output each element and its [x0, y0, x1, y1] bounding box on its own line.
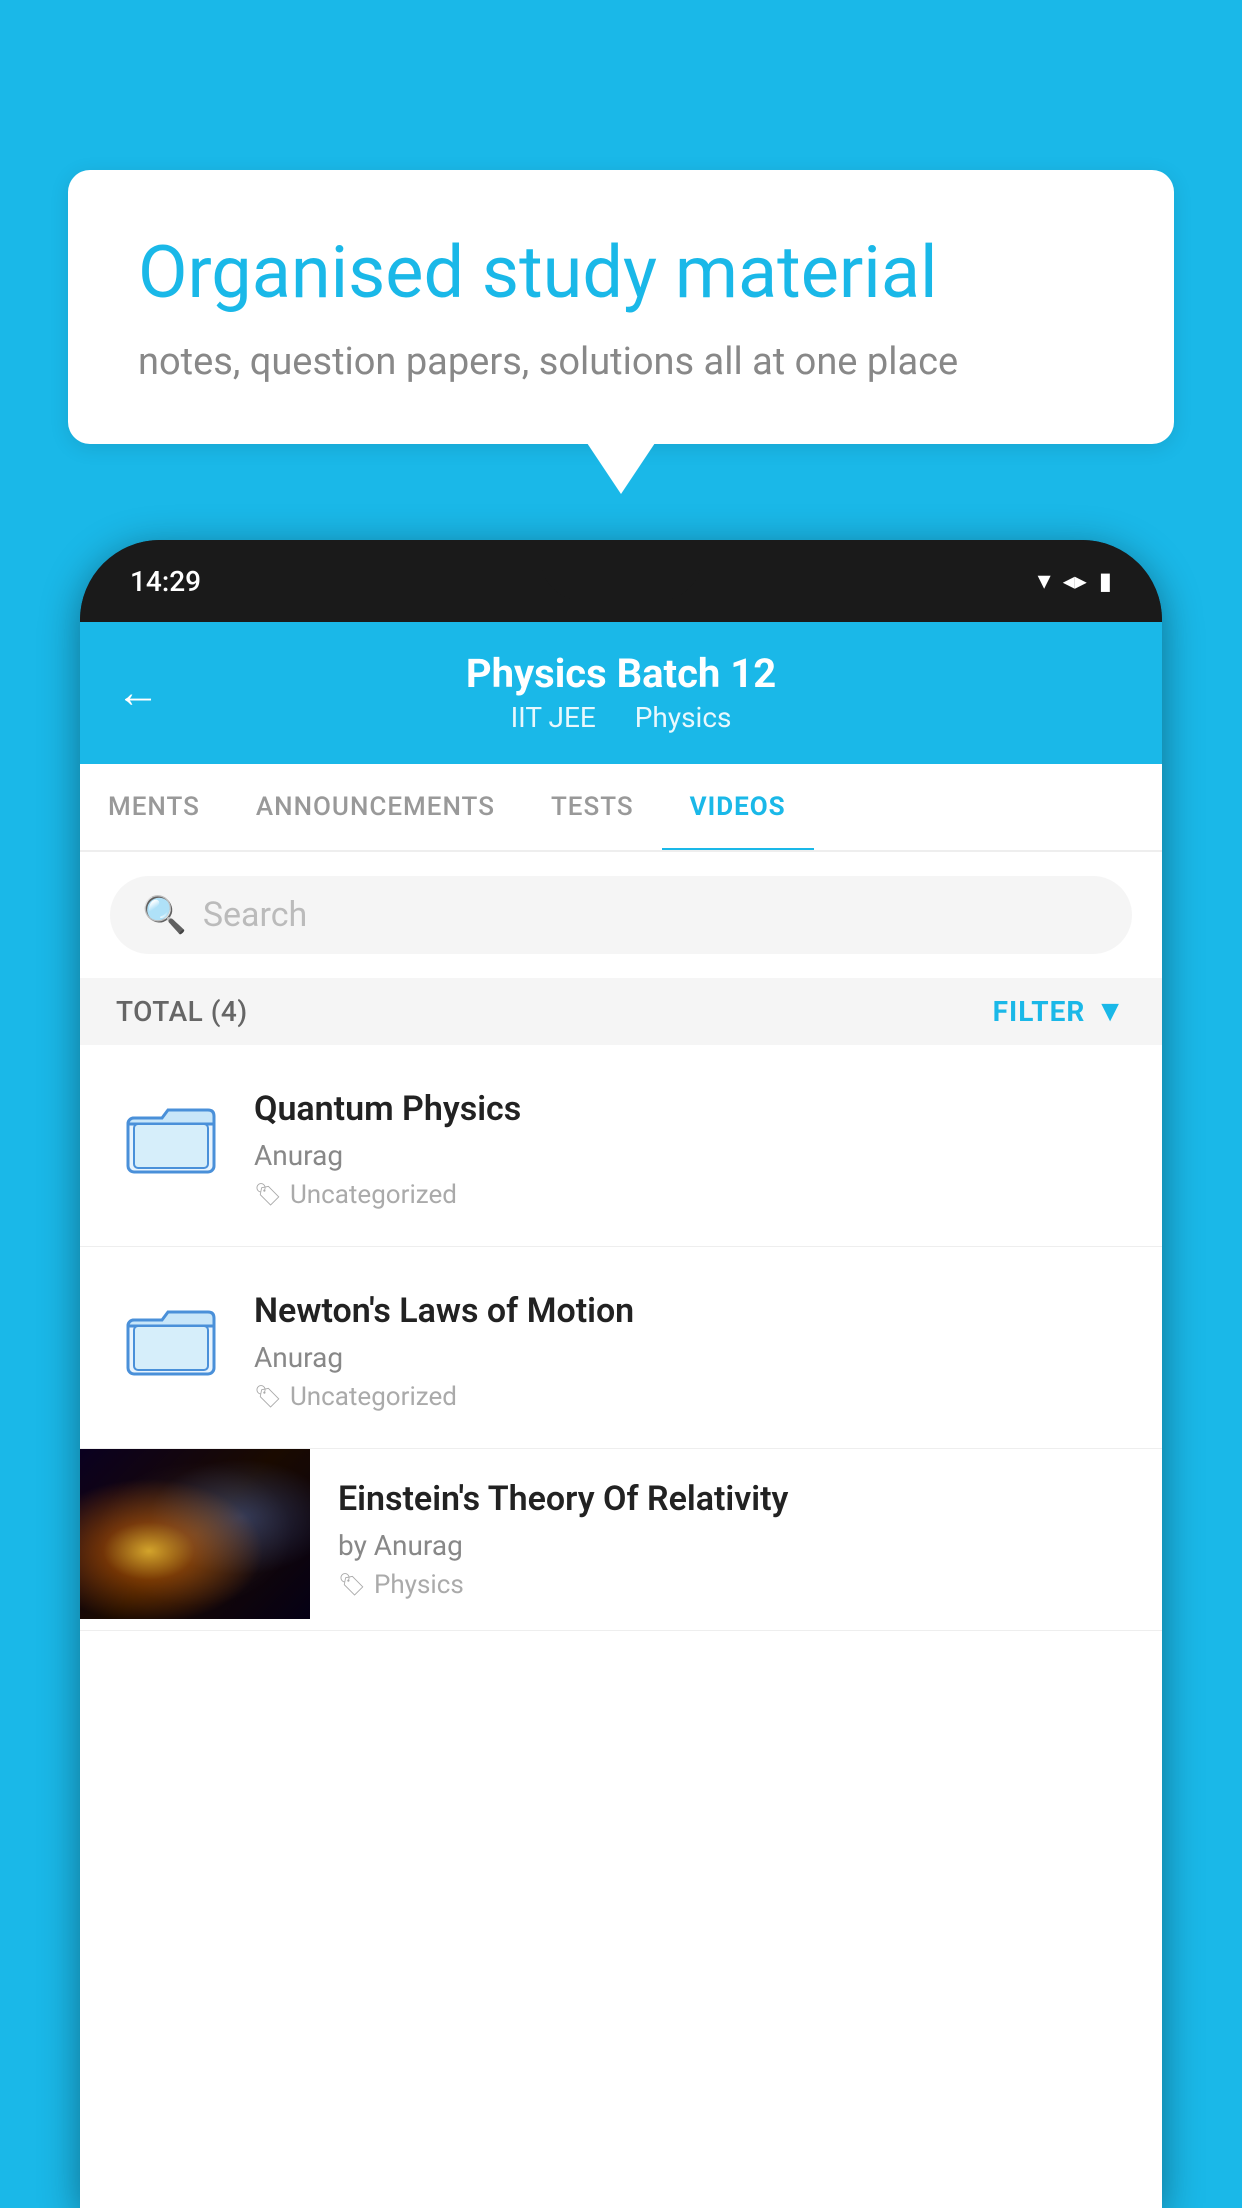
- tab-ments[interactable]: MENTS: [80, 764, 228, 850]
- tag-icon-1: 🏷: [254, 1183, 282, 1208]
- wifi-icon: ▾: [1038, 566, 1051, 596]
- video-thumb-2: [116, 1283, 226, 1393]
- search-placeholder: Search: [203, 895, 307, 935]
- tag-label-2: Uncategorized: [290, 1382, 457, 1412]
- filter-button[interactable]: FILTER ▼: [993, 994, 1126, 1029]
- video-info-2: Newton's Laws of Motion Anurag 🏷 Uncateg…: [254, 1283, 1126, 1412]
- back-button[interactable]: ←: [116, 666, 160, 718]
- tab-videos[interactable]: VIDEOS: [662, 764, 814, 850]
- subtitle-part1: IIT JEE: [511, 701, 596, 734]
- signal-icon: ◂▸: [1063, 567, 1087, 595]
- filter-bar: TOTAL (4) FILTER ▼: [80, 978, 1162, 1045]
- folder-icon: [126, 1298, 216, 1378]
- status-icons: ▾ ◂▸ ▮: [1038, 566, 1112, 596]
- search-icon: 🔍: [142, 894, 187, 936]
- app-screen: ← Physics Batch 12 IIT JEE Physics MENTS…: [80, 622, 1162, 2208]
- thumbnail-bg: [80, 1449, 310, 1619]
- list-item[interactable]: Newton's Laws of Motion Anurag 🏷 Uncateg…: [80, 1247, 1162, 1449]
- batch-title: Physics Batch 12: [466, 650, 776, 697]
- tab-tests[interactable]: TESTS: [523, 764, 662, 850]
- phone-frame: 14:29 ▾ ◂▸ ▮ ← Physics Batch 12 IIT JEE …: [80, 540, 1162, 2208]
- bubble-subtitle: notes, question papers, solutions all at…: [138, 340, 1104, 384]
- filter-icon: ▼: [1095, 994, 1126, 1029]
- video-title-3: Einstein's Theory Of Relativity: [338, 1479, 1134, 1519]
- video-author-3: by Anurag: [338, 1529, 1134, 1562]
- tag-icon-2: 🏷: [254, 1385, 282, 1410]
- subtitle-part2: Physics: [635, 701, 732, 734]
- video-list: Quantum Physics Anurag 🏷 Uncategorized: [80, 1045, 1162, 1631]
- filter-label: FILTER: [993, 995, 1086, 1028]
- video-tag-3: 🏷 Physics: [338, 1570, 1134, 1600]
- speech-bubble: Organised study material notes, question…: [68, 170, 1174, 444]
- video-info-1: Quantum Physics Anurag 🏷 Uncategorized: [254, 1081, 1126, 1210]
- search-bar[interactable]: 🔍 Search: [110, 876, 1132, 954]
- video-title-1: Quantum Physics: [254, 1089, 1126, 1129]
- video-thumb-1: [116, 1081, 226, 1191]
- video-info-3: Einstein's Theory Of Relativity by Anura…: [310, 1449, 1162, 1630]
- video-tag-1: 🏷 Uncategorized: [254, 1180, 1126, 1210]
- video-author-1: Anurag: [254, 1139, 1126, 1172]
- folder-icon: [126, 1096, 216, 1176]
- video-title-2: Newton's Laws of Motion: [254, 1291, 1126, 1331]
- tag-label-1: Uncategorized: [290, 1180, 457, 1210]
- app-header: ← Physics Batch 12 IIT JEE Physics: [80, 622, 1162, 764]
- batch-subtitle: IIT JEE Physics: [466, 701, 776, 734]
- header-content: Physics Batch 12 IIT JEE Physics: [466, 650, 776, 734]
- battery-icon: ▮: [1099, 567, 1112, 595]
- list-item[interactable]: Quantum Physics Anurag 🏷 Uncategorized: [80, 1045, 1162, 1247]
- video-author-2: Anurag: [254, 1341, 1126, 1374]
- bubble-title: Organised study material: [138, 230, 1104, 316]
- total-count: TOTAL (4): [116, 995, 248, 1028]
- search-container: 🔍 Search: [80, 852, 1162, 978]
- status-bar: 14:29 ▾ ◂▸ ▮: [80, 540, 1162, 622]
- status-time: 14:29: [130, 565, 201, 598]
- tag-icon-3: 🏷: [338, 1573, 366, 1598]
- tab-announcements[interactable]: ANNOUNCEMENTS: [228, 764, 523, 850]
- tab-bar: MENTS ANNOUNCEMENTS TESTS VIDEOS: [80, 764, 1162, 852]
- tag-label-3: Physics: [374, 1570, 464, 1600]
- list-item[interactable]: Einstein's Theory Of Relativity by Anura…: [80, 1449, 1162, 1631]
- video-thumbnail-3: [80, 1449, 310, 1619]
- video-tag-2: 🏷 Uncategorized: [254, 1382, 1126, 1412]
